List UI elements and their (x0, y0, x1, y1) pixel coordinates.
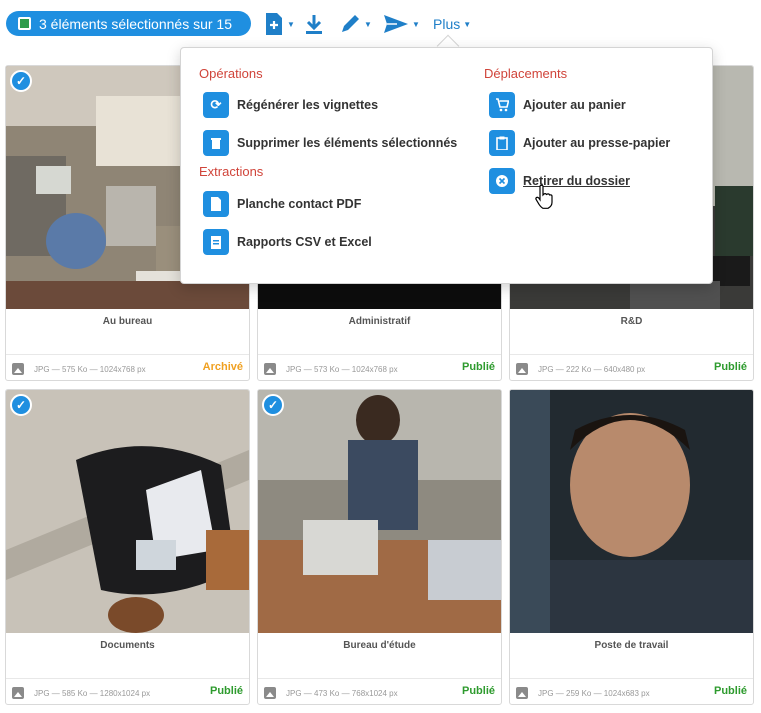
card-meta: JPG — 259 Ko — 1024x683 px (516, 687, 650, 699)
add-file-button[interactable]: ▼ (264, 11, 295, 37)
add-file-icon (266, 13, 282, 35)
menu-item-label: Supprimer les éléments sélectionnés (237, 136, 458, 150)
status-badge: Publié (209, 685, 243, 697)
card-meta-text: JPG — 573 Ko — 1024x768 px (286, 364, 398, 374)
menu-item-csv[interactable]: Rapports CSV et Excel (203, 229, 372, 255)
send-icon (384, 15, 408, 33)
section-operations: Opérations (199, 66, 263, 81)
card-thumbnail[interactable] (258, 390, 501, 633)
card-title: R&D (620, 316, 643, 327)
selection-count-label: 3 éléments sélectionnés sur 15 (39, 15, 232, 32)
chevron-down-icon: ▼ (412, 19, 420, 29)
menu-item-label: Ajouter au panier (523, 98, 626, 112)
menu-item-add-to-clipboard[interactable]: Ajouter au presse-papier (489, 130, 670, 156)
card-meta: JPG — 575 Ko — 1024x768 px (12, 363, 146, 375)
selection-checkbox-icon (18, 17, 31, 30)
card-meta: JPG — 222 Ko — 640x480 px (516, 363, 645, 375)
document-icon (203, 191, 229, 217)
send-button[interactable]: ▼ (383, 11, 420, 37)
divider (6, 354, 249, 355)
image-icon (516, 363, 528, 375)
more-label: Plus (433, 16, 461, 32)
trash-icon (203, 130, 229, 156)
download-icon (306, 15, 322, 34)
selected-check-icon[interactable]: ✓ (262, 394, 284, 416)
chevron-down-icon: ▼ (463, 19, 472, 29)
selection-count-button[interactable]: 3 éléments sélectionnés sur 15 (6, 11, 251, 36)
hand-cursor-icon (535, 184, 553, 209)
menu-item-label: Ajouter au presse-papier (523, 136, 671, 150)
chevron-down-icon: ▼ (364, 19, 372, 29)
clipboard-report-icon (203, 229, 229, 255)
section-extractions: Extractions (199, 164, 264, 179)
menu-item-remove-from-folder[interactable]: Retirer du dossier (489, 168, 630, 194)
edit-button[interactable]: ▼ (339, 11, 372, 37)
more-dropdown-menu: Opérations Extractions Déplacements ⟳ Ré… (180, 47, 713, 284)
media-card[interactable]: ✓ Documents JPG — 585 Ko — 1280x1024 px … (5, 389, 250, 705)
menu-item-label: Régénérer les vignettes (237, 98, 379, 112)
image-icon (264, 687, 276, 699)
cart-icon (489, 92, 515, 118)
card-title: Poste de travail (594, 640, 669, 651)
divider (258, 678, 501, 679)
card-meta: JPG — 585 Ko — 1280x1024 px (12, 687, 150, 699)
card-meta-text: JPG — 585 Ko — 1280x1024 px (34, 688, 151, 698)
image-icon (12, 687, 24, 699)
remove-circle-icon (489, 168, 515, 194)
menu-item-label: Rapports CSV et Excel (237, 235, 372, 249)
image-icon (12, 363, 24, 375)
card-title: Bureau d'étude (343, 640, 416, 651)
status-badge: Publié (713, 685, 747, 697)
divider (510, 354, 753, 355)
more-button[interactable]: Plus ▼ (433, 11, 471, 37)
card-meta-text: JPG — 222 Ko — 640x480 px (538, 364, 646, 374)
card-meta-text: JPG — 259 Ko — 1024x683 px (538, 688, 650, 698)
card-title: Au bureau (102, 316, 153, 327)
status-badge: Publié (461, 361, 495, 373)
card-thumbnail[interactable] (510, 390, 753, 633)
card-meta: JPG — 473 Ko — 768x1024 px (264, 687, 398, 699)
menu-item-label: Planche contact PDF (237, 197, 362, 211)
selected-check-icon[interactable]: ✓ (10, 70, 32, 92)
clipboard-icon (489, 130, 515, 156)
card-meta-text: JPG — 473 Ko — 768x1024 px (286, 688, 398, 698)
section-deplacements: Déplacements (484, 66, 568, 81)
divider (6, 678, 249, 679)
divider (258, 354, 501, 355)
card-title: Administratif (348, 316, 411, 327)
menu-item-delete[interactable]: Supprimer les éléments sélectionnés (203, 130, 457, 156)
card-title: Documents (100, 640, 155, 651)
card-thumbnail[interactable] (6, 390, 249, 633)
card-meta: JPG — 573 Ko — 1024x768 px (264, 363, 398, 375)
menu-item-regenerate[interactable]: ⟳ Régénérer les vignettes (203, 92, 378, 118)
toolbar: 3 éléments sélectionnés sur 15 ▼ ▼ ▼ Plu… (0, 0, 761, 48)
download-button[interactable] (304, 11, 324, 37)
menu-item-pdf[interactable]: Planche contact PDF (203, 191, 361, 217)
status-badge: Publié (461, 685, 495, 697)
media-card[interactable]: Poste de travail JPG — 259 Ko — 1024x683… (509, 389, 754, 705)
refresh-icon: ⟳ (203, 92, 229, 118)
image-icon (516, 687, 528, 699)
selected-check-icon[interactable]: ✓ (10, 394, 32, 416)
status-badge: Publié (713, 361, 747, 373)
image-icon (264, 363, 276, 375)
media-card[interactable]: ✓ Bureau d'étude JPG — 473 Ko — 768x1024… (257, 389, 502, 705)
divider (510, 678, 753, 679)
chevron-down-icon: ▼ (287, 19, 295, 29)
status-badge: Archivé (202, 361, 243, 373)
edit-pencil-icon (342, 15, 359, 32)
menu-item-add-to-cart[interactable]: Ajouter au panier (489, 92, 626, 118)
card-meta-text: JPG — 575 Ko — 1024x768 px (34, 364, 146, 374)
